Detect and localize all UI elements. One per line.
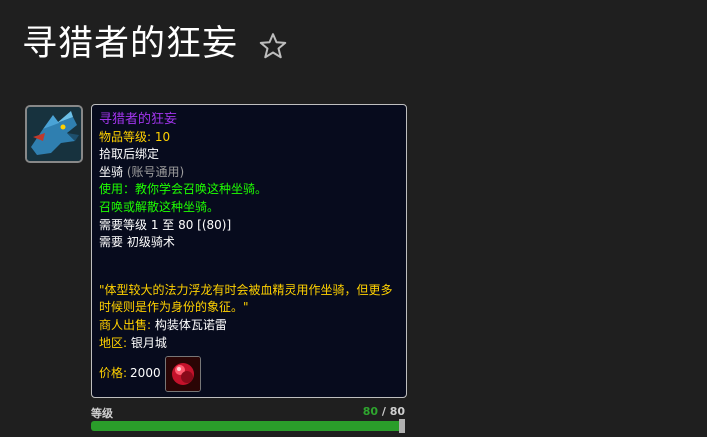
item-tooltip: 寻猎者的狂妄 物品等级: 10 拾取后绑定 坐骑 (账号通用) 使用：教你学会召… bbox=[91, 104, 407, 398]
required-skill[interactable]: 初级骑术 bbox=[127, 235, 175, 249]
item-type-line: 坐骑 (账号通用) bbox=[99, 164, 399, 182]
vendor-label: 商人出售: bbox=[99, 317, 152, 332]
price-row: 价格: 2000 bbox=[99, 356, 399, 393]
vendor-link[interactable]: 构装体瓦诺雷 bbox=[155, 318, 227, 332]
level-slider-fill bbox=[91, 421, 405, 431]
level-slider-value: 80 / 80 bbox=[300, 405, 405, 418]
bind-text: 拾取后绑定 bbox=[99, 147, 160, 162]
level-slider-track[interactable] bbox=[91, 421, 405, 431]
required-level: 需要等级 1 至 80 [(80)] bbox=[99, 217, 232, 232]
star-icon[interactable] bbox=[258, 31, 288, 61]
zone-link[interactable]: 银月城 bbox=[131, 336, 167, 350]
item-icon[interactable] bbox=[25, 105, 83, 163]
flavor-text: "体型较大的法力浮龙有时会被血精灵用作坐骑，但更多时候则是作为身份的象征。" bbox=[99, 282, 393, 315]
required-skill-line: 需要 初级骑术 bbox=[99, 234, 399, 252]
page-title: 寻猎者的狂妄 bbox=[22, 24, 239, 64]
price-label: 价格: bbox=[99, 366, 128, 381]
zone-label: 地区: bbox=[99, 335, 128, 350]
item-type: 坐骑 bbox=[99, 164, 124, 179]
dragonhawk-icon bbox=[27, 107, 81, 161]
item-level-label: 物品等级: bbox=[99, 129, 152, 144]
use-text: 使用：教你学会召唤这种坐骑。 bbox=[99, 182, 268, 197]
level-max: 80 bbox=[389, 405, 405, 418]
summon-text: 召唤或解散这种坐骑。 bbox=[99, 199, 220, 214]
item-level-value: 10 bbox=[154, 129, 171, 144]
vendor-line: 商人出售: 构装体瓦诺雷 bbox=[99, 317, 399, 335]
price-value: 2000 bbox=[130, 366, 161, 381]
zone-line: 地区: 银月城 bbox=[99, 335, 399, 353]
level-current: 80 bbox=[362, 405, 378, 418]
level-slider-label: 等级 bbox=[91, 407, 113, 420]
level-separator: / bbox=[378, 405, 390, 418]
level-slider-handle[interactable] bbox=[399, 419, 405, 433]
red-gem-currency-icon[interactable] bbox=[164, 356, 201, 393]
required-skill-prefix: 需要 bbox=[99, 235, 124, 250]
item-level-line: 物品等级: 10 bbox=[99, 129, 399, 147]
item-type-note: (账号通用) bbox=[126, 164, 185, 179]
item-name: 寻猎者的狂妄 bbox=[99, 112, 178, 127]
